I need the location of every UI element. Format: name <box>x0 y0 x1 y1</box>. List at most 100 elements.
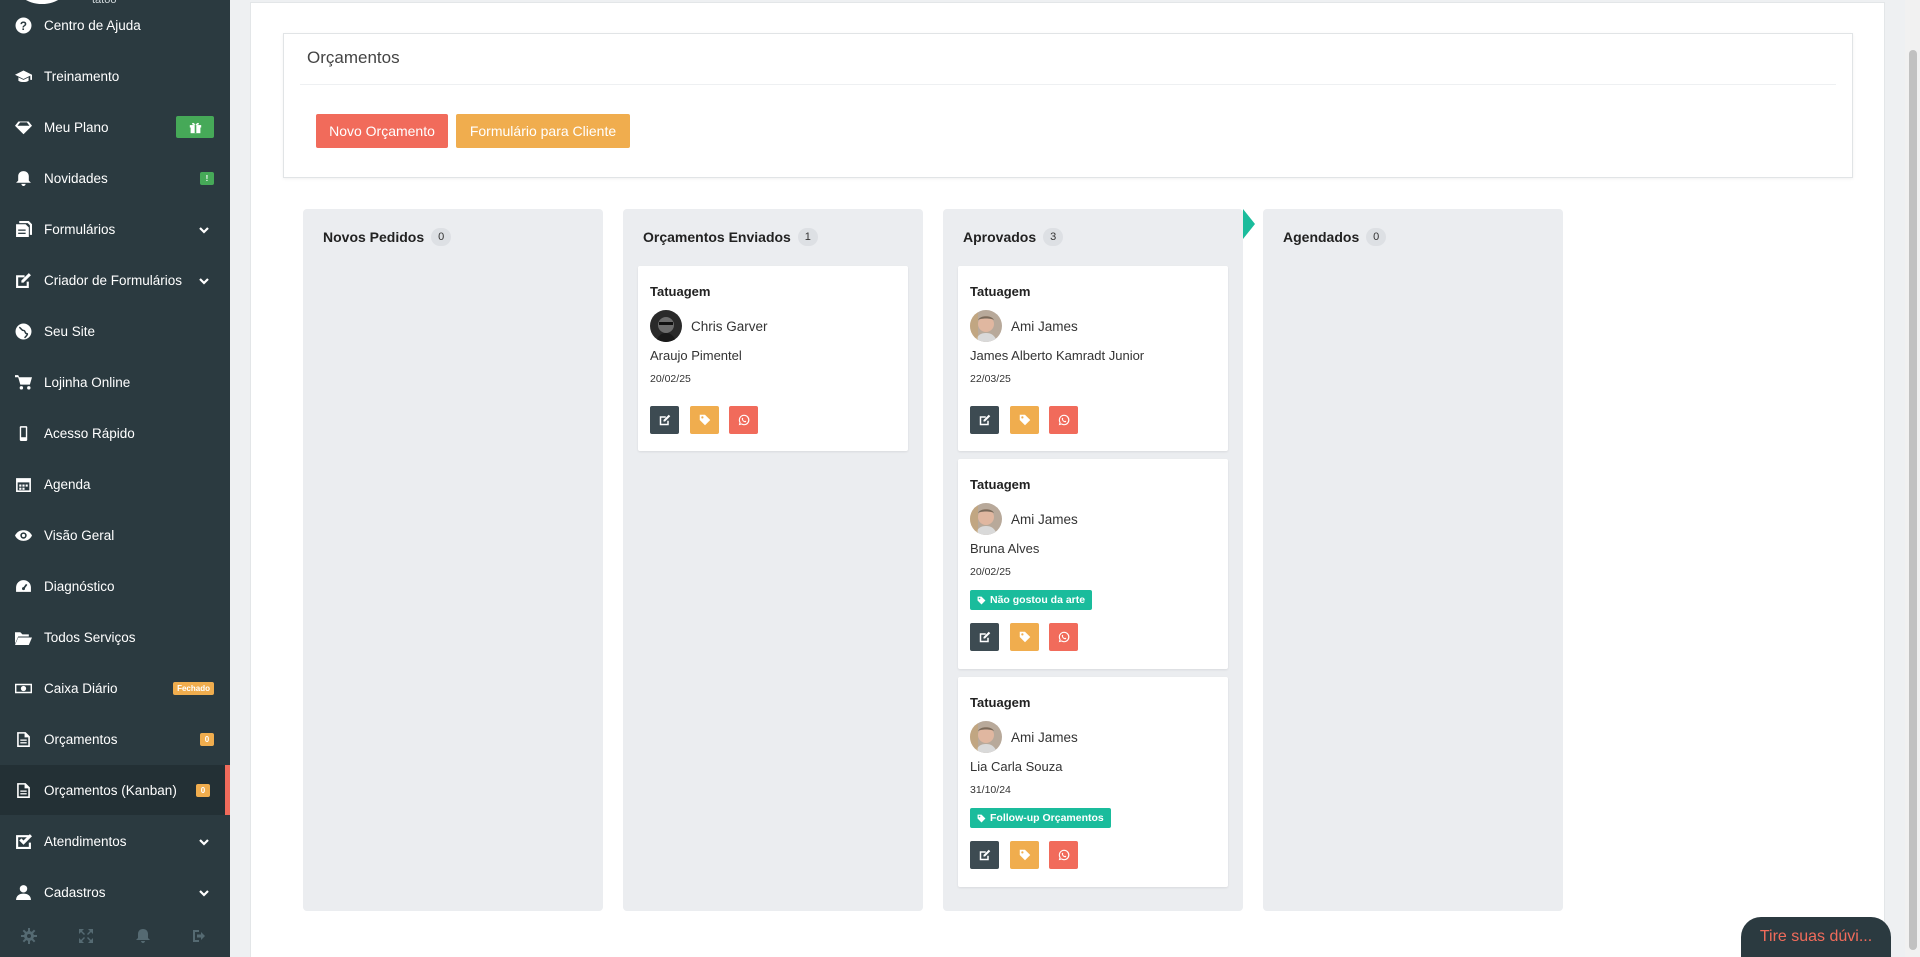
whatsapp-icon <box>1058 849 1069 861</box>
sidebar: tatoo ? Centro de Ajuda Treinamento Meu … <box>0 0 230 957</box>
sidebar-item-novidades[interactable]: Novidades ! <box>0 153 230 203</box>
tag-icon <box>977 814 986 822</box>
sidebar-item-acesso-rapido[interactable]: Acesso Rápido <box>0 408 230 458</box>
sidebar-item-label: Atendimentos <box>44 833 127 849</box>
sidebar-item-meu-plano[interactable]: Meu Plano <box>0 102 230 152</box>
sidebar-item-orcamentos[interactable]: Orçamentos 0 <box>0 714 230 764</box>
edit-icon <box>979 414 990 426</box>
card-service: Tatuagem <box>970 695 1031 710</box>
edit-icon <box>14 271 32 289</box>
kanban-column-agendados: Agendados 0 <box>1263 209 1563 911</box>
card-tag-label: Não gostou da arte <box>990 594 1086 606</box>
svg-text:?: ? <box>19 19 26 32</box>
whatsapp-icon <box>1058 414 1069 426</box>
column-drop-indicator <box>1243 209 1255 239</box>
sidebar-item-todos-servicos[interactable]: Todos Serviços <box>0 612 230 662</box>
card-date: 20/02/25 <box>650 373 691 385</box>
sidebar-item-label: Formulários <box>44 221 116 237</box>
sidebar-item-caixa-diario[interactable]: Caixa Diário Fechado <box>0 663 230 713</box>
sidebar-item-label: Visão Geral <box>44 527 115 543</box>
document-icon <box>14 781 32 799</box>
chevron-down-icon <box>198 835 210 847</box>
sidebar-item-label: Orçamentos <box>44 731 118 747</box>
sidebar-item-agenda[interactable]: Agenda <box>0 459 230 509</box>
card-artist: Chris Garver <box>691 319 768 334</box>
fullscreen-icon[interactable] <box>78 928 94 944</box>
card-client: Lia Carla Souza <box>970 759 1063 774</box>
logout-icon[interactable] <box>192 928 208 944</box>
card-date: 20/02/25 <box>970 566 1011 578</box>
scrollbar-thumb[interactable] <box>1909 50 1917 950</box>
edit-button[interactable] <box>970 623 999 651</box>
card-artist: Ami James <box>1011 730 1078 745</box>
card-client: Araujo Pimentel <box>650 348 742 363</box>
avatar <box>650 310 682 342</box>
sidebar-item-label: Centro de Ajuda <box>44 17 141 33</box>
sidebar-item-centro-de-ajuda[interactable]: ? Centro de Ajuda <box>0 0 230 50</box>
dashboard-icon <box>14 577 32 595</box>
gear-icon[interactable] <box>21 928 37 944</box>
sidebar-item-formularios[interactable]: Formulários <box>0 204 230 254</box>
kanban-card[interactable]: Tatuagem Ami James Lia Carla Souza 31/10… <box>958 677 1228 887</box>
sidebar-item-cadastros[interactable]: Cadastros <box>0 867 230 917</box>
sidebar-item-treinamento[interactable]: Treinamento <box>0 51 230 101</box>
gift-badge[interactable] <box>176 116 214 138</box>
budgets-panel: Orçamentos Novo Orçamento Formulário par… <box>283 33 1853 178</box>
help-chat-button[interactable]: Tire suas dúvi... <box>1741 917 1891 957</box>
whatsapp-button[interactable] <box>1049 841 1078 869</box>
sidebar-item-label: Orçamentos (Kanban) <box>44 782 177 798</box>
column-title-label: Novos Pedidos <box>323 229 425 245</box>
page-title: Orçamentos <box>307 48 400 67</box>
bell-icon <box>14 169 32 187</box>
bell-icon[interactable] <box>135 928 151 944</box>
client-form-button[interactable]: Formulário para Cliente <box>456 114 630 148</box>
sidebar-item-criador-de-formularios[interactable]: Criador de Formulários <box>0 255 230 305</box>
edit-button[interactable] <box>970 406 999 434</box>
tag-button[interactable] <box>1010 406 1039 434</box>
card-date: 22/03/25 <box>970 373 1011 385</box>
scrollbar[interactable] <box>1905 0 1920 957</box>
folder-open-icon <box>14 628 32 646</box>
kanban-column-aprovados: Aprovados 3 Tatuagem Ami James James Alb… <box>943 209 1243 911</box>
sidebar-item-visao-geral[interactable]: Visão Geral <box>0 510 230 560</box>
tag-icon <box>699 414 710 426</box>
sidebar-item-label: Diagnóstico <box>44 578 115 594</box>
kanban-card[interactable]: Tatuagem Ami James Bruna Alves 20/02/25 … <box>958 459 1228 669</box>
whatsapp-button[interactable] <box>1049 623 1078 651</box>
whatsapp-button[interactable] <box>729 406 758 434</box>
sidebar-item-seu-site[interactable]: Seu Site <box>0 306 230 356</box>
sidebar-item-atendimentos[interactable]: Atendimentos <box>0 816 230 866</box>
card-client: James Alberto Kamradt Junior <box>970 348 1145 363</box>
sidebar-item-label: Treinamento <box>44 68 120 84</box>
card-service: Tatuagem <box>970 477 1031 492</box>
sidebar-item-label: Agenda <box>44 476 91 492</box>
card-tag-label: Follow-up Orçamentos <box>990 812 1104 824</box>
sidebar-item-lojinha-online[interactable]: Lojinha Online <box>0 357 230 407</box>
chevron-down-icon <box>198 223 210 235</box>
tag-icon <box>1019 849 1030 861</box>
eye-icon <box>14 526 32 544</box>
whatsapp-button[interactable] <box>1049 406 1078 434</box>
whatsapp-icon <box>738 414 749 426</box>
column-title-label: Orçamentos Enviados <box>643 229 791 245</box>
kanban-card[interactable]: Tatuagem Chris Garver Araujo Pimentel 20… <box>638 266 908 451</box>
new-budget-button[interactable]: Novo Orçamento <box>316 114 448 148</box>
tag-button[interactable] <box>1010 841 1039 869</box>
globe-icon <box>14 322 32 340</box>
column-title: Agendados 0 <box>1283 228 1387 246</box>
whatsapp-icon <box>1058 631 1069 643</box>
tag-button[interactable] <box>1010 623 1039 651</box>
sidebar-item-label: Caixa Diário <box>44 680 118 696</box>
edit-button[interactable] <box>650 406 679 434</box>
kanban-card[interactable]: Tatuagem Ami James James Alberto Kamradt… <box>958 266 1228 451</box>
tag-button[interactable] <box>690 406 719 434</box>
card-service: Tatuagem <box>970 284 1031 299</box>
status-badge: Fechado <box>173 681 214 695</box>
column-title-label: Agendados <box>1283 229 1360 245</box>
sidebar-item-orcamentos-kanban[interactable]: Orçamentos (Kanban) 0 <box>0 765 230 815</box>
avatar <box>970 310 1002 342</box>
sidebar-item-label: Seu Site <box>44 323 96 339</box>
edit-button[interactable] <box>970 841 999 869</box>
sidebar-item-diagnostico[interactable]: Diagnóstico <box>0 561 230 611</box>
card-service: Tatuagem <box>650 284 711 299</box>
